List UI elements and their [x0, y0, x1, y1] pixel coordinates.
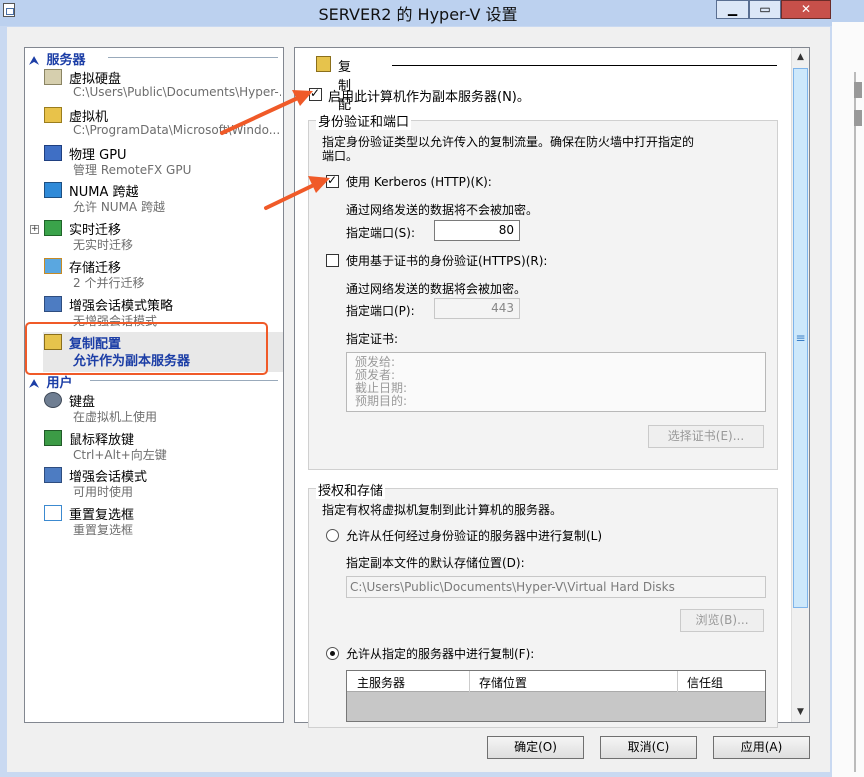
gpu-icon	[44, 145, 62, 161]
any-server-label: 允许从任何经过身份验证的服务器中进行复制(L)	[346, 529, 603, 543]
select-certificate-button[interactable]: 选择证书(E)...	[648, 425, 764, 448]
tree-item-sub: C:\Users\Public\Documents\Hyper-...	[73, 85, 281, 99]
storage-migration-icon	[44, 258, 62, 274]
certificate-details-box: 颁发给: 颁发者: 截止日期: 预期目的:	[346, 352, 766, 412]
section-rule	[392, 65, 777, 66]
any-server-radio[interactable]	[326, 529, 339, 542]
collapse-icon[interactable]: ⮝	[26, 377, 42, 391]
enhanced-session-icon	[44, 467, 62, 483]
default-location-label: 指定副本文件的默认存储位置(D):	[346, 556, 525, 570]
ok-button[interactable]: 确定(O)	[487, 736, 584, 759]
cert-purpose: 预期目的:	[355, 394, 408, 408]
tree-item-sub: 重置复选框	[73, 523, 134, 537]
apply-button[interactable]: 应用(A)	[713, 736, 810, 759]
cert-issuer: 颁发者:	[355, 368, 396, 382]
col-storage-location[interactable]: 存储位置	[479, 674, 527, 691]
vm-icon	[44, 107, 62, 123]
enable-replica-label: 启用此计算机作为副本服务器(N)。	[328, 90, 530, 105]
col-separator	[677, 671, 678, 692]
certificate-port-input[interactable]: 443	[434, 298, 520, 319]
tree-category-user-label: 用户	[46, 376, 73, 391]
numa-icon	[44, 182, 62, 198]
specified-servers-radio[interactable]	[326, 647, 339, 660]
specify-certificate-label: 指定证书:	[346, 332, 399, 346]
tree-category-server-label: 服务器	[46, 53, 86, 68]
category-rule	[90, 380, 278, 381]
annotation-highlight-box	[25, 322, 268, 375]
settings-tree-content: ⮝ 服务器 虚拟硬盘 C:\Users\Public\Documents\Hyp…	[24, 47, 284, 723]
certificate-auth-checkbox[interactable]	[326, 254, 339, 267]
background-control-b	[854, 110, 862, 126]
collapse-icon[interactable]: ⮝	[26, 54, 42, 68]
auth-desc-line2: 端口。	[322, 149, 359, 163]
certificate-auth-label: 使用基于证书的身份验证(HTTPS)(R):	[346, 254, 548, 268]
grip-icon: ≡	[795, 331, 806, 345]
background-window-edge	[832, 22, 864, 777]
cert-issued-to: 颁发给:	[355, 355, 396, 369]
category-rule	[108, 57, 278, 58]
cancel-button[interactable]: 取消(C)	[600, 736, 697, 759]
storage-desc: 指定有权将虚拟机复制到此计算机的服务器。	[322, 503, 563, 517]
certificate-auth-note: 通过网络发送的数据将会被加密。	[346, 282, 527, 296]
maximize-button[interactable]: ▭	[749, 0, 781, 19]
scroll-down-icon[interactable]: ▼	[792, 704, 809, 721]
window-title: SERVER2 的 Hyper-V 设置	[318, 5, 518, 24]
tree-item-sub: 管理 RemoteFX GPU	[73, 163, 192, 177]
col-primary-server[interactable]: 主服务器	[357, 674, 405, 691]
certificate-port-label: 指定端口(P):	[346, 304, 415, 318]
tree-category-server[interactable]: ⮝ 服务器	[26, 49, 280, 68]
detail-pane-scrollbar[interactable]: ▲ ≡ ▼	[791, 48, 809, 722]
kerberos-note: 通过网络发送的数据将不会被加密。	[346, 203, 539, 217]
minimize-button[interactable]: ▁	[716, 0, 749, 19]
enhanced-session-policy-icon	[44, 296, 62, 312]
scrollbar-thumb[interactable]: ≡	[793, 68, 808, 608]
browse-button[interactable]: 浏览(B)...	[680, 609, 764, 632]
storage-group-title: 授权和存储	[316, 480, 386, 499]
tree-item-sub: 无实时迁移	[73, 238, 134, 252]
table-header: 主服务器 存储位置 信任组	[347, 671, 765, 692]
col-separator	[469, 671, 470, 692]
expand-icon[interactable]: +	[30, 225, 39, 234]
kerberos-port-label: 指定端口(S):	[346, 226, 416, 240]
default-location-input[interactable]: C:\Users\Public\Documents\Hyper-V\Virtua…	[346, 576, 766, 598]
title-bar: SERVER2 的 Hyper-V 设置 ▁ ▭ ✕	[0, 0, 864, 26]
kerberos-label: 使用 Kerberos (HTTP)(K):	[346, 175, 492, 189]
scroll-up-icon[interactable]: ▲	[792, 49, 809, 66]
keyboard-icon	[44, 392, 62, 408]
tree-item-sub: 2 个并行迁移	[73, 276, 145, 290]
col-trust-group[interactable]: 信任组	[687, 674, 723, 691]
reset-checkbox-icon	[44, 505, 62, 521]
tree-item-sub: 允许 NUMA 跨越	[73, 200, 165, 214]
kerberos-port-input[interactable]: 80	[434, 220, 520, 241]
cert-expiry: 截止日期:	[355, 381, 408, 395]
specified-servers-label: 允许从指定的服务器中进行复制(F):	[346, 647, 535, 661]
tree-item-sub: C:\ProgramData\Microsoft\Windo...	[73, 123, 281, 137]
live-migration-icon	[44, 220, 62, 236]
tree-item-sub: 在虚拟机上使用	[73, 410, 158, 424]
primary-servers-table[interactable]: 主服务器 存储位置 信任组	[346, 670, 766, 722]
background-control-a	[854, 82, 862, 98]
close-button[interactable]: ✕	[781, 0, 831, 19]
auth-desc-line1: 指定身份验证类型以允许传入的复制流量。确保在防火墙中打开指定的	[322, 135, 695, 149]
mouse-release-icon	[44, 430, 62, 446]
kerberos-checkbox[interactable]	[326, 173, 339, 188]
background-divider	[854, 72, 856, 772]
replication-icon	[316, 56, 331, 72]
enable-replica-checkbox[interactable]	[309, 86, 322, 101]
tree-item-sub: Ctrl+Alt+向左键	[73, 448, 167, 462]
tree-item-sub: 可用时使用	[73, 485, 134, 499]
disk-icon	[44, 69, 62, 85]
auth-group-title: 身份验证和端口	[316, 111, 412, 130]
